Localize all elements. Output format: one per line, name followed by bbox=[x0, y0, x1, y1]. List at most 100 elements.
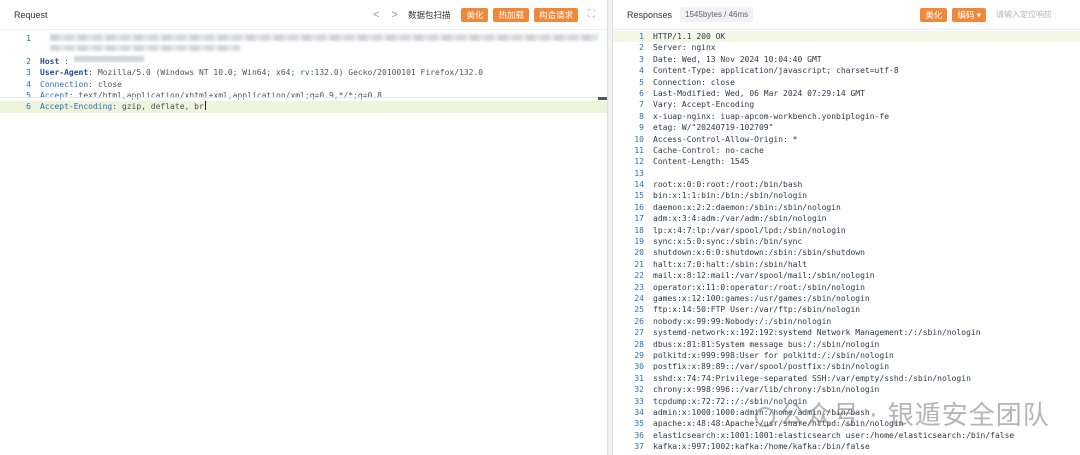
request-title: Request bbox=[14, 9, 48, 20]
line-number: 17 bbox=[634, 214, 644, 224]
line-number: 37 bbox=[634, 442, 644, 452]
line-number: 8 bbox=[639, 111, 644, 121]
divider bbox=[0, 97, 598, 98]
line-number: 30 bbox=[634, 362, 644, 372]
line-number: 1 bbox=[26, 34, 31, 43]
line-number: 36 bbox=[634, 430, 644, 440]
request-line: 4 Connection: close bbox=[0, 79, 607, 90]
prev-arrow-icon[interactable]: < bbox=[373, 9, 379, 21]
response-line-text: etag: W/"20240719-102709" bbox=[653, 123, 774, 133]
request-line: 3 User-Agent: Mozilla/5.0 (Windows NT 10… bbox=[0, 67, 607, 78]
line-number: 22 bbox=[634, 271, 644, 281]
text-cursor bbox=[204, 101, 206, 111]
header-key: Accept bbox=[40, 90, 69, 100]
response-line-text: x-iuap-nginx: iuap-apcom-workbench.yonbi… bbox=[653, 111, 890, 121]
response-line: 1 HTTP/1.1 200 OK bbox=[613, 31, 1080, 43]
line-number: 5 bbox=[639, 77, 644, 87]
response-line: 12 Content-Length: 1545 bbox=[613, 156, 1080, 167]
response-line-text: Vary: Accept-Encoding bbox=[653, 100, 755, 110]
response-title: Responses bbox=[627, 9, 673, 20]
response-viewer[interactable]: 1 HTTP/1.1 200 OK 2 Server: nginx 3 Date: Wed… bbox=[613, 30, 1080, 452]
header-value: gzip, deflate, br bbox=[121, 102, 204, 112]
line-number: 32 bbox=[634, 385, 644, 395]
response-line: 28 dbus:x:81:81:System message bus:/:/sbi… bbox=[613, 339, 1080, 350]
line-number: 14 bbox=[634, 180, 644, 190]
response-line: 8 x-iuap-nginx: iuap-apcom-workbench.yonb… bbox=[613, 111, 1080, 122]
response-beautify-button[interactable]: 美化 bbox=[920, 7, 948, 22]
response-line-text: operator:x:11:0:operator:/root:/sbin/nol… bbox=[653, 282, 865, 292]
response-line: 20 shutdown:x:6:0:shutdown:/sbin:/sbin/sh… bbox=[613, 247, 1080, 258]
line-number: 26 bbox=[634, 316, 644, 326]
header-key: Connection bbox=[40, 79, 89, 89]
header-key: Host bbox=[40, 56, 60, 66]
beautify-button[interactable]: 美化 bbox=[461, 7, 489, 22]
response-line: 17 adm:x:3:4:adm:/var/adm:/sbin/nologin bbox=[613, 213, 1080, 224]
line-number: 12 bbox=[634, 157, 644, 167]
line-number: 10 bbox=[634, 134, 644, 144]
response-line: 11 Cache-Control: no-cache bbox=[613, 145, 1080, 156]
response-line: 26 nobody:x:99:99:Nobody:/:/sbin/nologin bbox=[613, 316, 1080, 327]
redacted-request-line bbox=[50, 34, 598, 41]
redacted-request-line bbox=[50, 45, 240, 51]
response-line-text: lp:x:4:7:lp:/var/spool/lpd:/sbin/nologin bbox=[653, 225, 846, 235]
response-line: 31 sshd:x:74:74:Privilege-separated SSH:/… bbox=[613, 373, 1080, 384]
build-request-button[interactable]: 构造请求 bbox=[533, 7, 578, 22]
line-number: 35 bbox=[634, 419, 644, 429]
response-line: 21 halt:x:7:0:halt:/sbin:/sbin/halt bbox=[613, 259, 1080, 270]
response-line: 27 systemd-network:x:192:192:systemd Netw… bbox=[613, 327, 1080, 338]
line-number: 29 bbox=[634, 350, 644, 360]
response-line-text: Content-Type: application/javascript; ch… bbox=[653, 66, 899, 76]
line-number: 7 bbox=[639, 100, 644, 110]
response-line: 24 games:x:12:100:games:/usr/games:/sbin/… bbox=[613, 293, 1080, 304]
response-line: 4 Content-Type: application/javascript; c… bbox=[613, 65, 1080, 76]
line-number: 27 bbox=[634, 328, 644, 338]
response-line-text: bin:x:1:1:bin:/bin:/sbin/nologin bbox=[653, 191, 808, 201]
response-line-text: kafka:x:997:1002:kafka:/home/kafka:/bin/… bbox=[653, 442, 870, 452]
response-line-text: postfix:x:89:89::/var/spool/postfix:/sbi… bbox=[653, 362, 890, 372]
response-line: 22 mail:x:8:12:mail:/var/spool/mail:/sbin… bbox=[613, 270, 1080, 281]
response-line: 23 operator:x:11:0:operator:/root:/sbin/n… bbox=[613, 282, 1080, 293]
response-line-text: sshd:x:74:74:Privilege-separated SSH:/va… bbox=[653, 373, 971, 383]
packet-scan-button[interactable]: 数据包扫描 bbox=[408, 9, 451, 21]
response-line-text: Access-Control-Allow-Origin: * bbox=[653, 134, 798, 144]
line-number: 31 bbox=[634, 373, 644, 383]
response-line-text: nobody:x:99:99:Nobody:/:/sbin/nologin bbox=[653, 316, 832, 326]
header-key: User-Agent bbox=[40, 68, 89, 78]
response-line-text: ftp:x:14:50:FTP User:/var/ftp:/sbin/nolo… bbox=[653, 305, 861, 315]
line-number: 3 bbox=[639, 54, 644, 64]
scrollbar-thumb[interactable] bbox=[598, 97, 607, 100]
response-line: 3 Date: Wed, 13 Nov 2024 10:04:40 GMT bbox=[613, 54, 1080, 65]
response-line-text: Date: Wed, 13 Nov 2024 10:04:40 GMT bbox=[653, 54, 822, 64]
response-line: 9 etag: W/"20240719-102709" bbox=[613, 122, 1080, 133]
line-number: 34 bbox=[634, 407, 644, 417]
response-line: 10 Access-Control-Allow-Origin: * bbox=[613, 134, 1080, 145]
response-search-input[interactable] bbox=[996, 10, 1068, 19]
line-number: 13 bbox=[634, 168, 644, 178]
encoding-dropdown[interactable]: 编码 ▾ bbox=[952, 7, 986, 22]
response-line-text: dbus:x:81:81:System message bus:/:/sbin/… bbox=[653, 339, 880, 349]
request-pane: Request < > 数据包扫描 美化 热加载 构造请求 ⛶ 1 2 Host… bbox=[0, 0, 608, 455]
response-line: 16 daemon:x:2:2:daemon:/sbin:/sbin/nologi… bbox=[613, 202, 1080, 213]
response-line-text: root:x:0:0:root:/root:/bin/bash bbox=[653, 180, 803, 190]
response-line: 19 sync:x:5:0:sync:/sbin:/bin/sync bbox=[613, 236, 1080, 247]
line-number: 4 bbox=[26, 79, 31, 89]
header-value: close bbox=[97, 79, 122, 89]
response-line: 7 Vary: Accept-Encoding bbox=[613, 99, 1080, 110]
response-size-badge: 1545bytes / 46ms bbox=[680, 7, 754, 22]
line-number: 6 bbox=[26, 102, 31, 112]
line-number: 16 bbox=[634, 202, 644, 212]
line-number: 9 bbox=[639, 123, 644, 133]
hot-reload-button[interactable]: 热加载 bbox=[493, 7, 529, 22]
next-arrow-icon[interactable]: > bbox=[392, 9, 398, 21]
line-number: 33 bbox=[634, 396, 644, 406]
response-line: 6 Last-Modified: Wed, 06 Mar 2024 07:29:1… bbox=[613, 88, 1080, 99]
response-header: Responses 1545bytes / 46ms 美化 编码 ▾ bbox=[613, 0, 1080, 30]
response-line: 32 chrony:x:998:996::/var/lib/chrony:/sbi… bbox=[613, 384, 1080, 395]
response-line-text: Cache-Control: no-cache bbox=[653, 145, 764, 155]
header-value: text/html,application/xhtml+xml,applicat… bbox=[78, 90, 382, 100]
response-line-text: Last-Modified: Wed, 06 Mar 2024 07:29:14… bbox=[653, 88, 865, 98]
response-line-text: Connection: close bbox=[653, 77, 735, 87]
expand-icon[interactable]: ⛶ bbox=[588, 9, 595, 20]
request-editor[interactable]: 1 2 Host : 3 User-Agent: Mozilla/5.0 (Wi… bbox=[0, 30, 607, 113]
response-line-text: daemon:x:2:2:daemon:/sbin:/sbin/nologin bbox=[653, 202, 841, 212]
